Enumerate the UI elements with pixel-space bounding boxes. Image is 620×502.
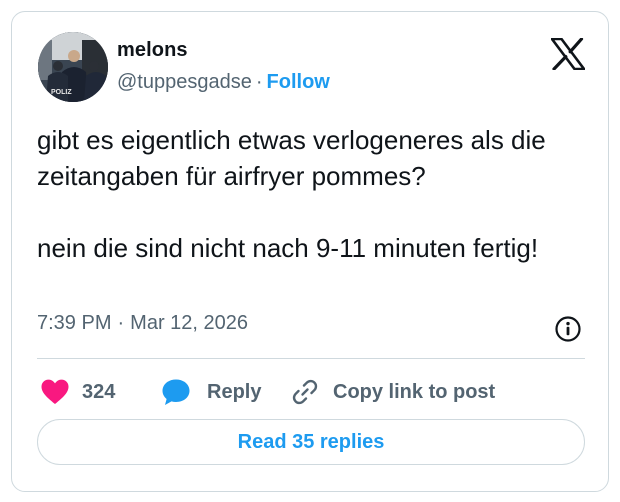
- tweet-time: 7:39 PM: [37, 312, 112, 334]
- copy-link-label: Copy link to post: [333, 380, 496, 403]
- tweet-timestamp[interactable]: 7:39 PM · Mar 12, 2026: [37, 312, 248, 335]
- timestamp-separator: ·: [117, 312, 125, 334]
- info-icon[interactable]: [554, 315, 582, 343]
- avatar[interactable]: POLIZ: [38, 32, 108, 102]
- tweet-actions: 324 Reply Copy link to post: [12, 374, 608, 410]
- x-logo-icon[interactable]: [551, 38, 585, 70]
- tweet-paragraph: nein die sind nicht nach 9-11 minuten fe…: [37, 233, 539, 263]
- avatar-text: POLIZ: [51, 89, 72, 96]
- read-replies-button[interactable]: Read 35 replies: [37, 419, 585, 465]
- tweet-paragraph: gibt es eigentlich etwas verlogeneres al…: [37, 125, 546, 191]
- author-meta: @tuppesgadse · Follow: [117, 71, 330, 94]
- tweet-text: gibt es eigentlich etwas verlogeneres al…: [37, 122, 597, 266]
- heart-icon: [41, 379, 69, 404]
- like-button[interactable]: 324: [41, 374, 115, 410]
- avatar-image: POLIZ: [38, 32, 108, 102]
- copy-link-button[interactable]: Copy link to post: [291, 374, 495, 410]
- reply-button[interactable]: Reply: [161, 374, 261, 410]
- reply-label: Reply: [207, 380, 262, 403]
- speech-bubble-icon: [162, 379, 190, 405]
- like-count: 324: [82, 380, 116, 403]
- follow-button[interactable]: Follow: [267, 71, 330, 93]
- author-name[interactable]: melons: [117, 39, 188, 62]
- tweet-card: POLIZ melons @tuppesgadse · Follow gibt es…: [11, 11, 609, 492]
- author-handle[interactable]: @tuppesgadse: [117, 71, 252, 93]
- handle-separator: ·: [255, 71, 263, 93]
- link-icon: [292, 379, 318, 405]
- divider: [37, 358, 585, 359]
- tweet-date: Mar 12, 2026: [130, 312, 249, 334]
